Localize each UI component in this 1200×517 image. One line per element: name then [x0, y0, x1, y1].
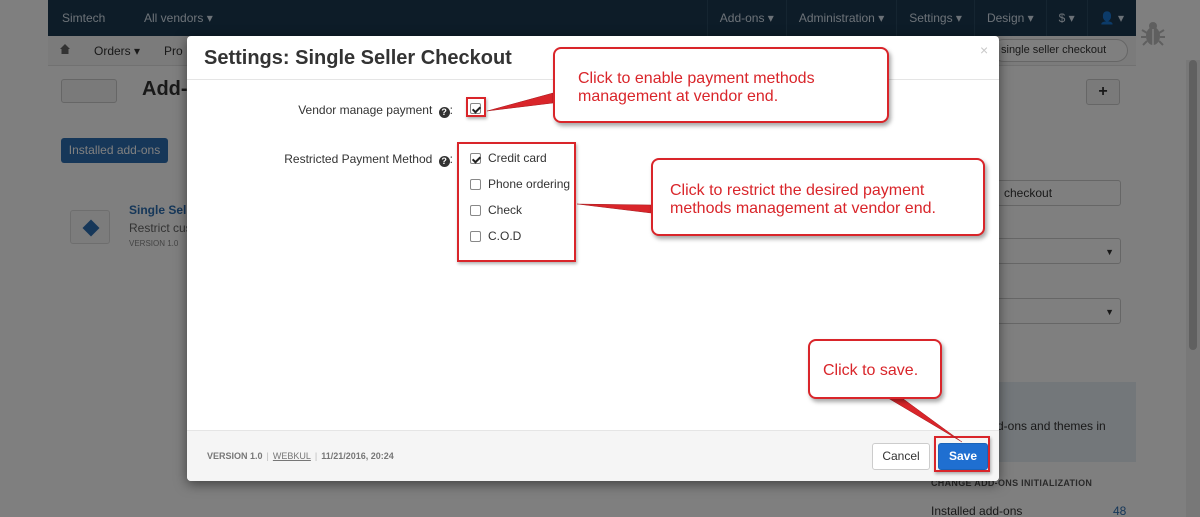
annotation-callout-restrict-payment: Click to restrict the desired payment me… [651, 158, 985, 236]
annotation-callout-enable-payment: Click to enable payment methods manageme… [553, 47, 889, 123]
annotation-callout-save: Click to save. [808, 339, 942, 399]
